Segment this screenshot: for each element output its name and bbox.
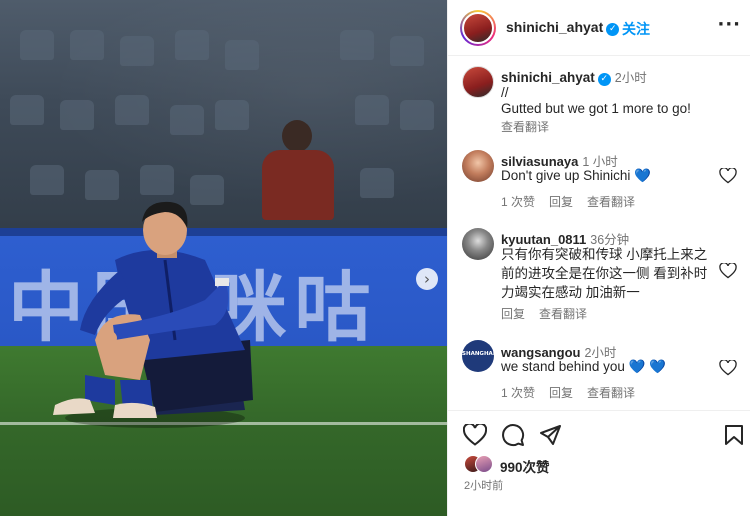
caption-translate-link[interactable]: 查看翻译 (501, 118, 549, 135)
more-options-icon[interactable]: ··· (717, 14, 741, 35)
translate-link[interactable]: 查看翻译 (587, 386, 635, 400)
author-avatar[interactable] (460, 10, 496, 46)
post-dialog: 中国 咪咕 (0, 0, 750, 516)
reply-button[interactable]: 回复 (549, 195, 573, 209)
verified-badge-icon: ✓ (597, 73, 611, 86)
stadium-stands (0, 0, 447, 228)
translate-link[interactable]: 查看翻译 (587, 195, 635, 209)
comment-text: 只有你有突破和传球 小摩托上来之前的进攻全是在你这一侧 看到补时力竭实在感动 加… (501, 247, 708, 300)
comment-like-heart-icon[interactable] (719, 263, 737, 279)
follow-button[interactable]: 关注 (622, 19, 650, 39)
like-heart-icon[interactable] (463, 424, 487, 446)
verified-badge-icon: ✓ (606, 23, 620, 36)
author-username-text[interactable]: shinichi_ahyat (506, 19, 603, 35)
post-header: shinichi_ahyat ✓ 关注 ··· (448, 0, 750, 56)
comment-avatar[interactable] (462, 150, 494, 182)
post-sidebar: shinichi_ahyat ✓ 关注 ··· shinichi_ahyat ✓ 2小… (447, 0, 750, 516)
comment-bubble-icon[interactable] (501, 423, 525, 447)
liker-avatar[interactable] (475, 455, 493, 473)
reply-button[interactable]: 回复 (549, 386, 573, 400)
author-username[interactable]: shinichi_ahyat ✓ (506, 19, 620, 36)
bookmark-icon[interactable] (724, 424, 744, 446)
reply-button[interactable]: 回复 (501, 307, 525, 321)
comment-text: we stand behind you 💙 💙 (501, 359, 666, 374)
photographer (258, 120, 336, 220)
comment-likes[interactable]: 1 次赞 (501, 195, 535, 209)
player-figure (53, 201, 253, 428)
comment-text: Don't give up Shinichi 💙 (501, 168, 651, 183)
comment-like-heart-icon[interactable] (719, 168, 737, 184)
comment-avatar[interactable]: SHANGHAI (462, 340, 494, 372)
comment-actions: 回复 查看翻译 (501, 305, 601, 322)
likes-count[interactable]: 990次赞 (500, 456, 550, 476)
caption-username[interactable]: shinichi_ahyat ✓ 2小时 (501, 67, 647, 86)
comment-likes[interactable]: 1 次赞 (501, 386, 535, 400)
translate-link[interactable]: 查看翻译 (539, 307, 587, 321)
caption-username-text[interactable]: shinichi_ahyat (501, 70, 595, 85)
next-photo-button[interactable]: › (416, 268, 438, 290)
post-photo[interactable]: 中国 咪咕 (0, 0, 447, 516)
caption-line-2: Gutted but we got 1 more to go! (501, 101, 691, 116)
comment-avatar[interactable] (462, 228, 494, 260)
post-actions-footer: 990次赞 2小时前 (448, 410, 750, 516)
comment-actions: 1 次赞 回复 查看翻译 (501, 384, 649, 401)
comment-like-heart-icon[interactable] (719, 360, 737, 376)
caption-time[interactable]: 2小时 (615, 71, 647, 85)
share-send-icon[interactable] (538, 423, 562, 447)
post-timestamp[interactable]: 2小时前 (464, 477, 503, 493)
caption-avatar[interactable] (462, 66, 494, 98)
avatar-logo-text: SHANGHAI (462, 351, 494, 357)
comment-actions: 1 次赞 回复 查看翻译 (501, 193, 649, 210)
